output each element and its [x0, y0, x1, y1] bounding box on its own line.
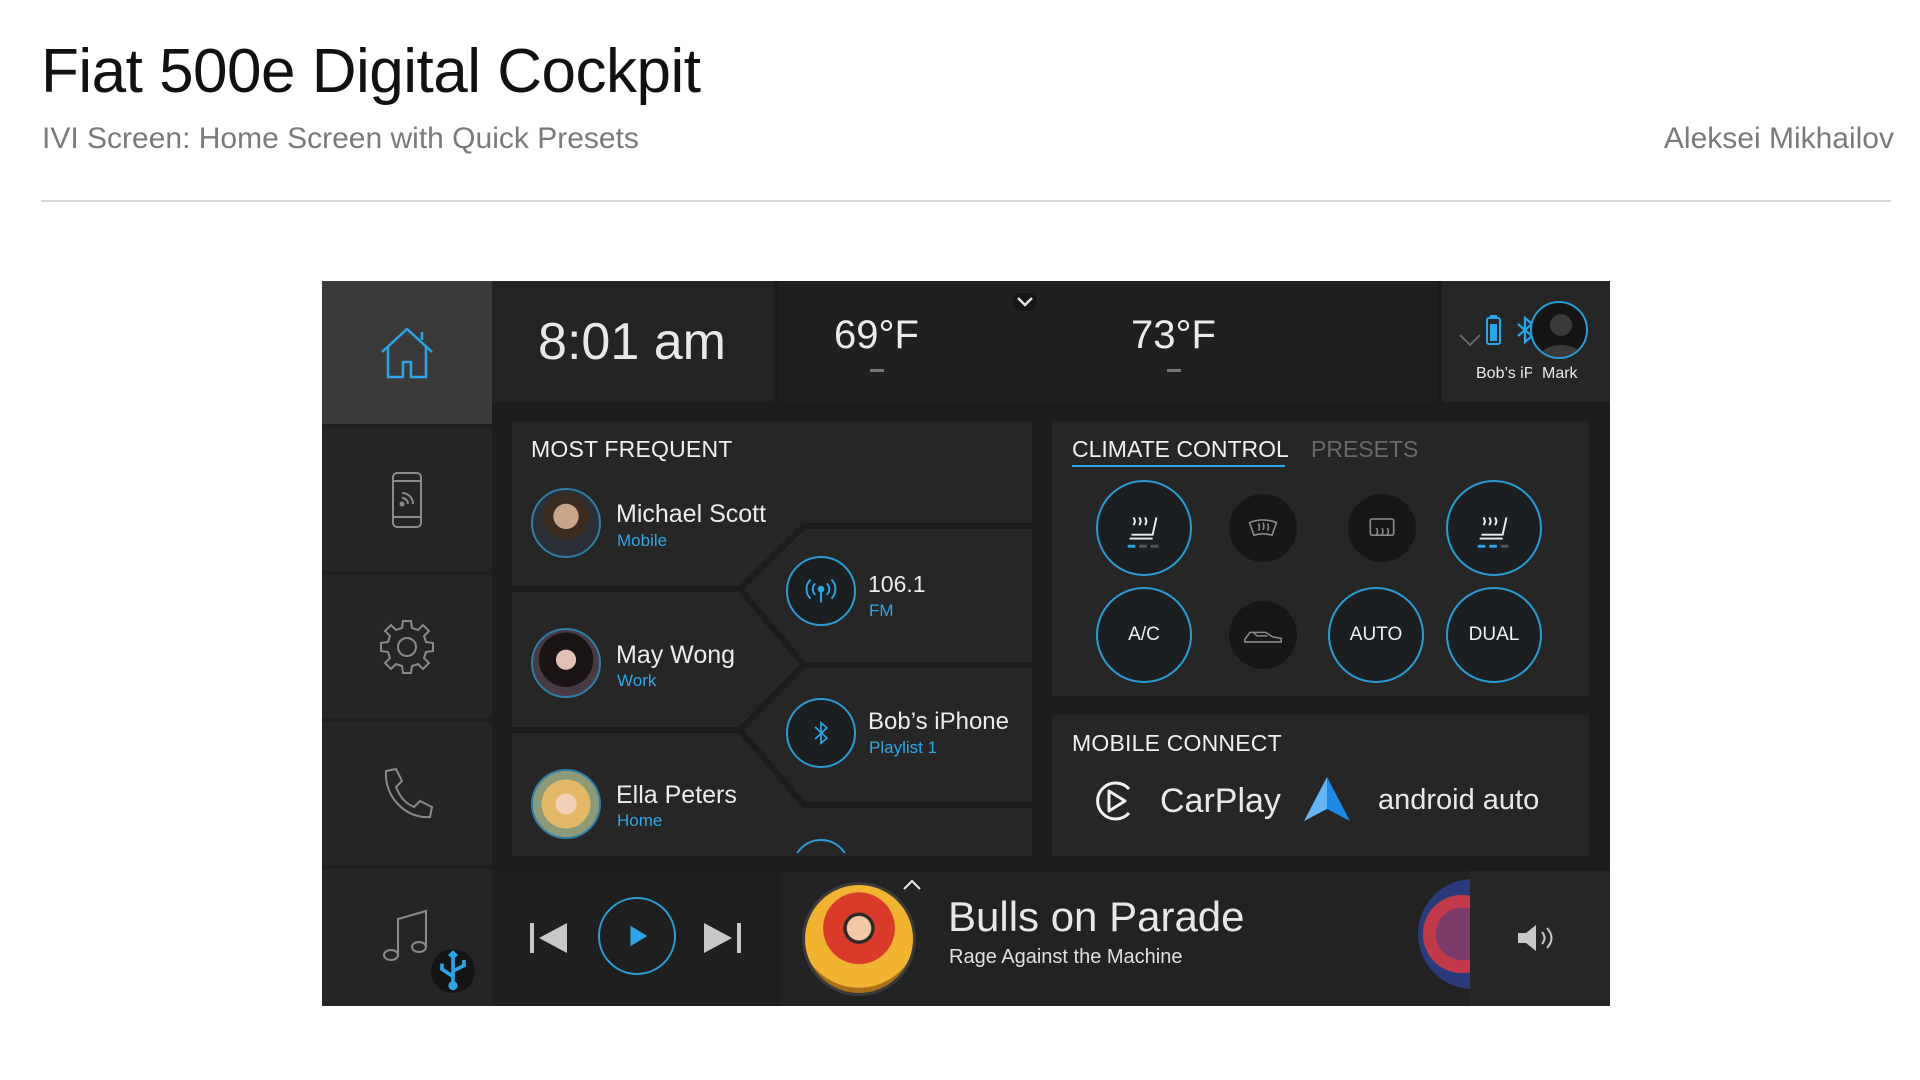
android-auto-icon[interactable] [1302, 775, 1352, 823]
contact-type: Home [617, 811, 663, 830]
tab-presets[interactable]: PRESETS [1311, 436, 1418, 463]
android-auto-label[interactable]: android auto [1378, 784, 1539, 817]
previous-track-icon[interactable] [527, 919, 571, 957]
phone-icon [384, 767, 434, 818]
carplay-label[interactable]: CarPlay [1160, 782, 1281, 821]
nav-phone[interactable] [322, 722, 492, 865]
bluetooth-device[interactable]: Bob’s iPhone [868, 708, 1009, 736]
driver-temp[interactable]: 69°F [834, 313, 919, 358]
ac-button[interactable]: A/C [1096, 587, 1192, 683]
seat-heat-icon [1127, 516, 1159, 548]
radio-source-button[interactable] [786, 556, 856, 626]
battery-icon [1486, 315, 1501, 345]
active-tab-indicator [1072, 465, 1285, 467]
track-title: Bulls on Parade [948, 893, 1245, 940]
bluetooth-source-button[interactable] [786, 698, 856, 768]
passenger-temp-indicator [1167, 369, 1181, 372]
mobile-connect-title: MOBILE CONNECT [1072, 730, 1282, 756]
contact-type: Mobile [617, 531, 668, 550]
bluetooth-icon [814, 720, 829, 746]
gear-icon [380, 619, 434, 674]
page-title: Fiat 500e Digital Cockpit [41, 37, 701, 106]
playlist-name: Playlist 1 [869, 738, 938, 757]
usb-icon [440, 950, 466, 991]
page-divider [41, 200, 1891, 202]
passenger-seat-heat-button[interactable] [1446, 480, 1542, 576]
avatar[interactable] [531, 488, 601, 558]
music-note-icon [383, 909, 427, 961]
nav-home[interactable] [322, 281, 492, 424]
radio-band: FM [869, 601, 894, 620]
radio-icon [805, 578, 837, 603]
seat-heat-icon [1477, 516, 1509, 548]
radio-station[interactable]: 106.1 [868, 571, 926, 598]
tab-climate-control[interactable]: CLIMATE CONTROL [1072, 436, 1289, 463]
auto-climate-button[interactable]: AUTO [1328, 587, 1424, 683]
ivi-screen: 8:01 am 69°F 73°F Bob’s iPhone MOST FREQ… [322, 281, 1610, 1006]
carplay-icon[interactable] [1091, 777, 1139, 825]
chevron-down-icon[interactable] [1458, 333, 1482, 347]
user-avatar[interactable] [1530, 301, 1588, 359]
avatar[interactable] [531, 628, 601, 698]
avatar[interactable] [531, 769, 601, 839]
clock: 8:01 am [538, 312, 726, 371]
play-icon [630, 925, 648, 947]
front-defrost-button[interactable] [1229, 494, 1297, 562]
recirculation-button[interactable] [1229, 601, 1297, 669]
user-label: Mark [1542, 365, 1578, 382]
contact-type: Work [617, 671, 657, 690]
next-track-icon[interactable] [700, 919, 744, 957]
driver-temp-indicator [870, 369, 884, 372]
nav-settings[interactable] [322, 575, 492, 718]
page-author: Aleksei Mikhailov [1663, 122, 1894, 155]
album-art [802, 882, 916, 996]
windshield-defrost-icon [1248, 519, 1278, 537]
usb-badge [431, 949, 475, 993]
home-icon [381, 327, 433, 378]
nav-music[interactable] [322, 869, 492, 1006]
mobile-cast-icon [392, 471, 422, 528]
car-recirculation-icon [1244, 631, 1282, 643]
track-artist: Rage Against the Machine [949, 946, 1183, 968]
contact-name[interactable]: May Wong [616, 641, 735, 670]
rear-window-defrost-icon [1369, 518, 1395, 537]
nav-phone-projection[interactable] [322, 428, 492, 571]
chevron-down-icon[interactable] [1012, 293, 1038, 311]
page-subtitle: IVI Screen: Home Screen with Quick Prese… [42, 122, 639, 155]
contact-name[interactable]: Michael Scott [616, 500, 766, 529]
contact-name[interactable]: Ella Peters [616, 781, 737, 810]
temp-left-cell[interactable] [779, 281, 1109, 402]
dual-zone-button[interactable]: DUAL [1446, 587, 1542, 683]
side-nav [322, 281, 492, 1006]
passenger-temp[interactable]: 73°F [1131, 313, 1216, 358]
play-button[interactable] [598, 897, 676, 975]
volume-icon[interactable] [1514, 921, 1560, 955]
chevron-up-icon[interactable] [902, 879, 922, 891]
driver-seat-heat-button[interactable] [1096, 480, 1192, 576]
rear-defrost-button[interactable] [1348, 494, 1416, 562]
